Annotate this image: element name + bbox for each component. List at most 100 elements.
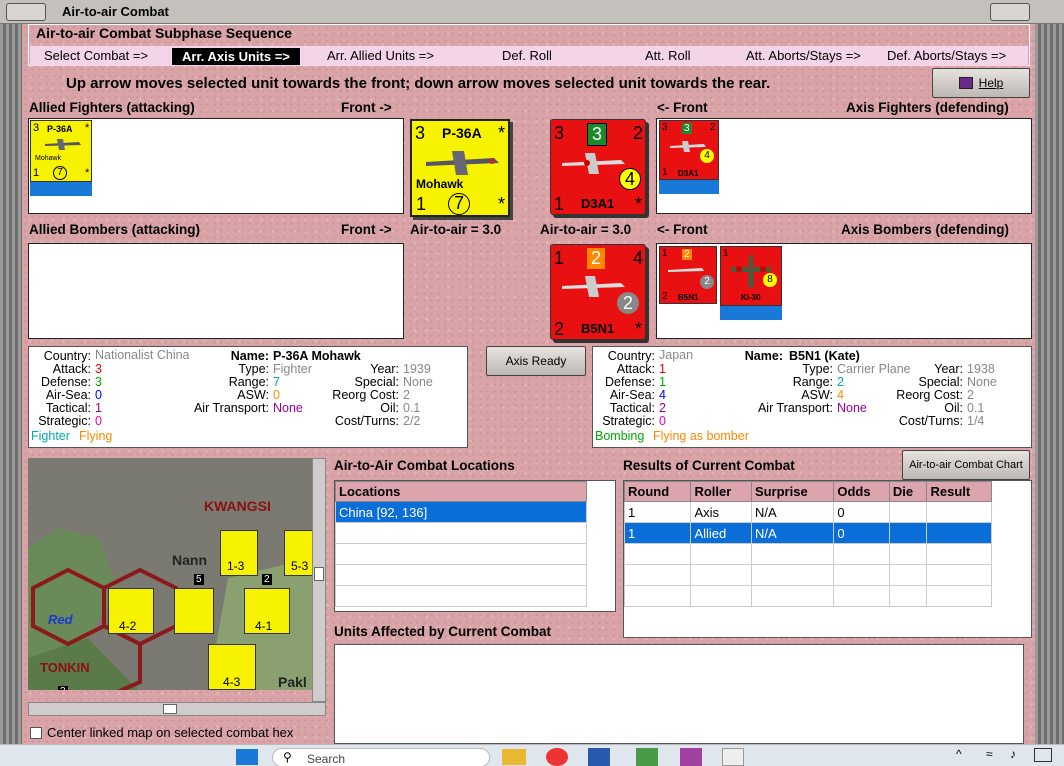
linked-map[interactable]: KWANGSI Nann Red TONKIN Pakl 1-3 5-3 4-2… xyxy=(28,458,312,690)
axis-defense: 1 xyxy=(659,375,666,389)
map-label-pakl: Pakl xyxy=(278,674,307,690)
step-def-aborts: Def. Aborts/Stays => xyxy=(887,48,1007,63)
air-to-air-right: Air-to-air = 3.0 xyxy=(540,222,632,237)
file-explorer-icon[interactable] xyxy=(502,749,526,765)
axis-name: B5N1 (Kate) xyxy=(789,349,860,363)
b5n1-large-counter[interactable]: 1 2 4 2 2 B5N1 * xyxy=(550,244,646,340)
allied-bombers-box[interactable] xyxy=(28,243,404,339)
map-unit-counter[interactable]: 5-3 xyxy=(284,530,312,576)
axis-ready-label: Axis Ready xyxy=(505,354,567,368)
b5n1-small-counter[interactable]: 1 2 2 2 B5N1 xyxy=(659,246,717,304)
locations-table[interactable]: Locations China [92, 136] xyxy=(334,480,616,612)
location-row[interactable] xyxy=(335,522,587,544)
map-hscroll-thumb[interactable] xyxy=(163,704,177,714)
chrome-icon[interactable] xyxy=(546,748,568,766)
window-menu-button[interactable] xyxy=(6,3,46,21)
allied-reorg: 2 xyxy=(403,388,410,402)
allied-year: 1939 xyxy=(403,362,431,376)
allied-name: P-36A Mohawk xyxy=(273,349,361,363)
taskbar-search[interactable]: ⚲ Search xyxy=(272,748,490,766)
affected-title: Units Affected by Current Combat xyxy=(334,624,552,639)
location-row[interactable] xyxy=(335,543,587,565)
map-unit-counter[interactable]: 4-2 xyxy=(108,588,154,634)
p36a-small-selection-bar xyxy=(30,182,92,196)
map-unit-counter[interactable]: 1-3 xyxy=(220,530,258,576)
axis-status: Flying as bomber xyxy=(653,429,749,443)
axis-bombers-front: <- Front xyxy=(657,222,708,237)
axis-attack: 1 xyxy=(659,362,666,376)
axis-bombers-label: Axis Bombers (defending) xyxy=(841,222,1010,237)
airtransport-label: Air Transport: xyxy=(193,401,269,415)
d3a1-small-top-right: 2 xyxy=(710,122,716,133)
p36a-star: * xyxy=(498,123,506,143)
search-icon: ⚲ xyxy=(283,750,292,764)
col-result: Result xyxy=(926,481,992,502)
strategic-label: Strategic: xyxy=(602,414,655,428)
allied-country: Nationalist China xyxy=(95,348,190,362)
d3a1-small-counter[interactable]: 3 3 2 4 1 D3A1 xyxy=(659,120,719,180)
center-map-checkbox[interactable] xyxy=(30,727,42,739)
sequence-title: Air-to-air Combat Subphase Sequence xyxy=(36,25,292,41)
result-row[interactable]: 1 Axis N/A 0 xyxy=(623,501,992,523)
d3a1-small-selection-bar xyxy=(659,180,719,194)
cost-label: Cost/Turns: xyxy=(334,414,399,428)
location-row[interactable] xyxy=(335,564,587,586)
type-label: Type: xyxy=(802,362,833,376)
b5n1-small-bottom: 2 xyxy=(662,291,668,302)
map-unit-counter[interactable]: 4-1 xyxy=(244,588,290,634)
chevron-up-icon[interactable]: ^ xyxy=(956,747,962,761)
d3a1-small-name: D3A1 xyxy=(678,169,699,178)
location-row[interactable]: China [92, 136] xyxy=(335,501,587,523)
active-app-icon[interactable] xyxy=(722,748,744,766)
game-icon[interactable] xyxy=(680,748,702,766)
air-to-air-left: Air-to-air = 3.0 xyxy=(410,222,502,237)
axis-reorg: 2 xyxy=(967,388,974,402)
map-vscroll-thumb[interactable] xyxy=(314,567,324,581)
attack-label: Attack: xyxy=(52,362,91,376)
maximize-button[interactable] xyxy=(990,3,1030,21)
help-button[interactable]: Help xyxy=(932,68,1030,98)
allied-type: Fighter xyxy=(273,362,312,376)
p36a-small-counter[interactable]: 3 P-36A * Mohawk 1 7 * xyxy=(30,120,92,182)
help-label: Help xyxy=(978,76,1004,90)
axis-ready-button[interactable]: Axis Ready xyxy=(486,346,586,376)
wifi-icon[interactable]: ≈ xyxy=(986,747,993,761)
windows-start-icon[interactable] xyxy=(236,749,258,765)
result-row[interactable]: 1 Allied N/A 0 xyxy=(623,522,992,544)
d3a1-large-counter[interactable]: 3 3 2 4 1 D3A1 * xyxy=(550,119,646,215)
app-icon[interactable] xyxy=(636,748,658,766)
d3a1-bottom-left: 1 xyxy=(554,194,565,214)
range-label: Range: xyxy=(228,375,269,389)
results-table[interactable]: Round Roller Surprise Odds Die Result 1 … xyxy=(623,480,1032,638)
location-row[interactable] xyxy=(335,585,587,607)
map-label-red: Red xyxy=(48,612,73,627)
col-roller: Roller xyxy=(690,481,752,502)
result-row[interactable] xyxy=(623,543,992,565)
stack-count-badge: 2 xyxy=(262,574,272,585)
map-unit-counter[interactable]: 4-3 xyxy=(208,644,256,690)
ki30-small-counter[interactable]: 1 8 Ki-30 xyxy=(720,246,782,306)
speaker-icon[interactable]: ♪ xyxy=(1010,747,1016,761)
p36a-small-range: 7 xyxy=(53,166,67,180)
step-arr-allied-units: Arr. Allied Units => xyxy=(327,48,434,63)
taskbar: ⚲ Search ^ ≈ ♪ xyxy=(0,744,1064,766)
map-horizontal-scrollbar[interactable] xyxy=(28,702,326,716)
word-icon[interactable] xyxy=(588,748,610,766)
result-row[interactable] xyxy=(623,585,992,607)
map-vertical-scrollbar[interactable] xyxy=(312,458,326,702)
affected-units-box[interactable] xyxy=(334,644,1024,744)
map-p36a-counter[interactable] xyxy=(174,588,214,634)
allied-fighters-front: Front -> xyxy=(341,100,392,115)
name-label: Name: xyxy=(230,349,269,363)
allied-cost: 2/2 xyxy=(403,414,421,428)
locations-header: Locations xyxy=(335,481,587,502)
air-to-air-chart-button[interactable]: Air-to-air Combat Chart xyxy=(902,450,1030,480)
search-placeholder: Search xyxy=(307,752,346,766)
result-row[interactable] xyxy=(623,564,992,586)
p36a-large-counter[interactable]: 3 P-36A * Mohawk 1 7 * xyxy=(410,119,510,217)
range-label: Range: xyxy=(792,375,833,389)
battery-icon[interactable] xyxy=(1034,748,1052,762)
p36a-star-bottom: * xyxy=(498,194,506,214)
book-icon xyxy=(958,77,973,89)
fighter-plane-icon xyxy=(426,151,499,175)
